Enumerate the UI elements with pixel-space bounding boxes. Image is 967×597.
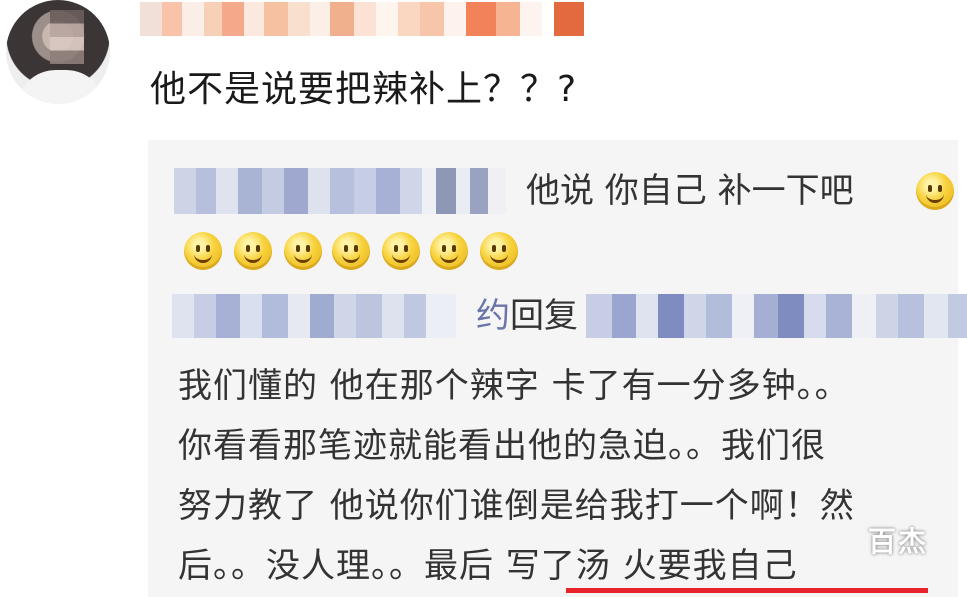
watermark-logo: 百杰 bbox=[868, 525, 929, 558]
smile-emoji-icon bbox=[382, 232, 420, 270]
red-underline bbox=[566, 588, 928, 593]
smile-emoji-icon bbox=[916, 172, 954, 210]
reply-body-line: 你看看那笔迹就能看出他的急迫。。我们很 bbox=[178, 426, 826, 466]
smile-emoji-icon bbox=[430, 232, 468, 270]
smile-emoji-icon bbox=[480, 232, 518, 270]
blurred-face bbox=[50, 10, 84, 64]
blurred-reply-username[interactable] bbox=[172, 294, 456, 338]
blurred-name-fragment: 约 bbox=[476, 296, 510, 336]
reply-label[interactable]: 回复 bbox=[510, 296, 578, 336]
reply-body-line: 后。。没人理。。最后 写了汤 火要我自己 bbox=[178, 546, 798, 586]
comment-text: 他不是说要把辣补上？？? bbox=[150, 69, 578, 110]
smile-emoji-icon bbox=[284, 232, 322, 270]
smile-emoji-icon bbox=[184, 232, 222, 270]
blurred-username[interactable] bbox=[140, 2, 584, 36]
blurred-reply-username[interactable] bbox=[174, 168, 506, 214]
avatar-shoulder bbox=[16, 70, 106, 104]
reply-text: 他说 你自己 补一下吧 bbox=[526, 171, 854, 211]
smile-emoji-icon bbox=[234, 232, 272, 270]
reply-body: 我们懂的 他在那个辣字 卡了有一分多钟。。 你看看那笔迹就能看出他的急迫。。我们… bbox=[178, 356, 953, 596]
comment-avatar[interactable] bbox=[6, 0, 110, 104]
reply-body-line: 我们懂的 他在那个辣字 卡了有一分多钟。。 bbox=[178, 366, 850, 406]
reply-header: 约回复 bbox=[476, 294, 578, 338]
smile-emoji-icon bbox=[332, 232, 370, 270]
reply-body-line: 努力教了 他说你们谁倒是给我打一个啊！然 bbox=[178, 486, 855, 526]
blurred-reply-target[interactable] bbox=[586, 294, 967, 338]
